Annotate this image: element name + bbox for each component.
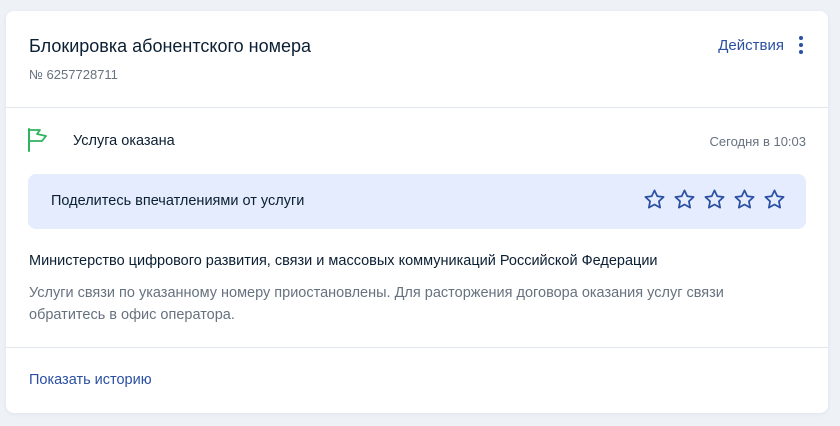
flag-icon [28, 128, 47, 152]
card-header: Блокировка абонентского номера № 6257728… [6, 11, 828, 108]
rating-panel: Поделитесь впечатлениями от услуги [28, 174, 806, 229]
rating-prompt: Поделитесь впечатлениями от услуги [51, 193, 305, 209]
card-footer: Показать историю [6, 347, 828, 414]
status-text: Услуга оказана [73, 133, 175, 149]
show-history-link[interactable]: Показать историю [29, 372, 152, 388]
actions-button[interactable]: Действия [718, 36, 808, 54]
star-rating [643, 188, 786, 211]
star-icon-2[interactable] [673, 188, 696, 211]
kebab-menu-icon [794, 36, 808, 54]
service-description: Услуги связи по указанному номеру приост… [29, 285, 724, 323]
organization-name: Министерство цифрового развития, связи и… [29, 253, 658, 269]
actions-label: Действия [718, 36, 784, 54]
star-icon-1[interactable] [643, 188, 666, 211]
star-icon-4[interactable] [733, 188, 756, 211]
order-number: № 6257728711 [29, 67, 118, 82]
star-icon-3[interactable] [703, 188, 726, 211]
status-time: Сегодня в 10:03 [709, 134, 806, 149]
page-title: Блокировка абонентского номера [29, 36, 312, 56]
star-icon-5[interactable] [763, 188, 786, 211]
service-card: Блокировка абонентского номера № 6257728… [6, 11, 828, 413]
status-row: Услуга оказана Сегодня в 10:03 [6, 107, 828, 171]
